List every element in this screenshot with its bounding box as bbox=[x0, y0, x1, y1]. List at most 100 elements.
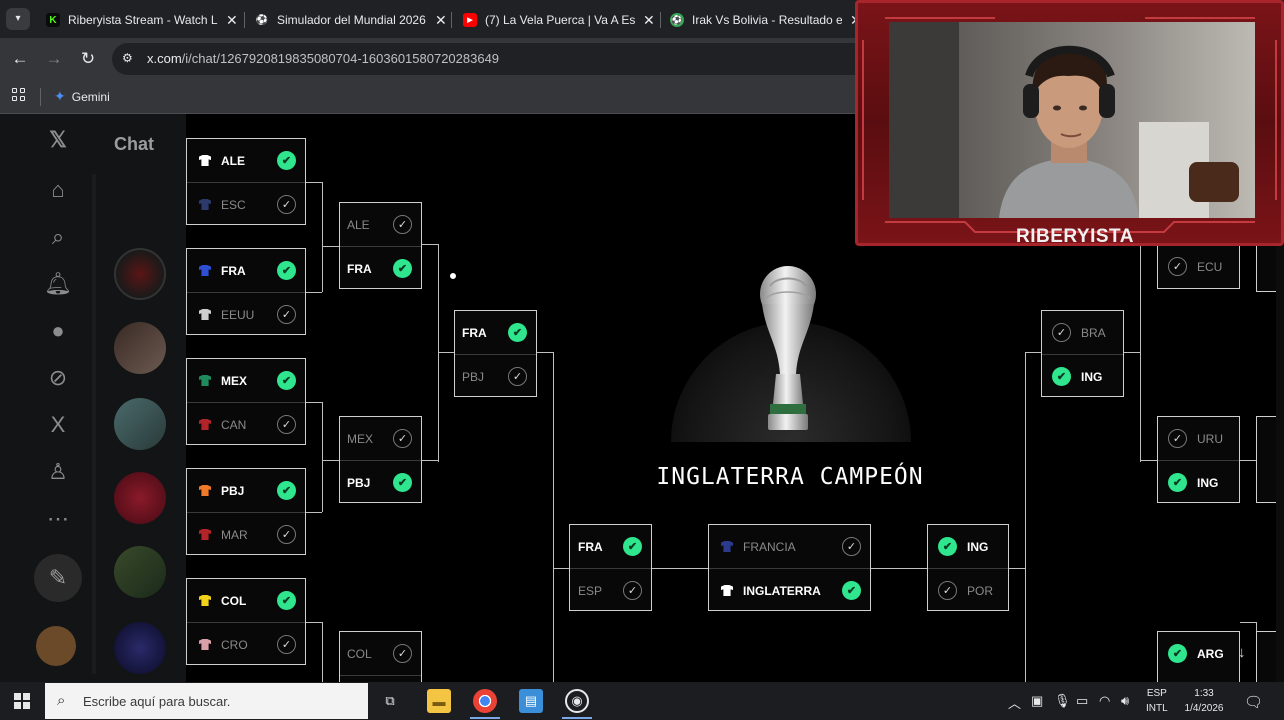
reload-icon[interactable]: ↻ bbox=[77, 48, 99, 70]
input-language[interactable]: ESP INTL bbox=[1146, 686, 1168, 716]
tab-search-button[interactable]: ▾ bbox=[6, 8, 30, 30]
team-slot[interactable]: FRA ✔ bbox=[570, 525, 651, 568]
team-slot[interactable]: ✔ ING bbox=[928, 525, 1008, 568]
match-card[interactable]: ✓ BRA ✔ ING bbox=[1041, 310, 1124, 397]
team-slot[interactable]: PBJ ✔ bbox=[340, 461, 421, 504]
app-window-icon[interactable]: ▤ bbox=[519, 689, 543, 713]
chat-avatar[interactable] bbox=[114, 398, 166, 450]
team-slot[interactable]: ✔ ING bbox=[1158, 461, 1239, 504]
meet-now-icon[interactable]: ▣ bbox=[1031, 693, 1043, 709]
team-slot[interactable]: FRA ✔ bbox=[340, 247, 421, 290]
search-icon[interactable]: ⌕ bbox=[36, 217, 80, 257]
taskbar-search-box[interactable]: ⌕ Escribe aquí para buscar. bbox=[45, 683, 368, 719]
team-slot[interactable]: ESP ✓ bbox=[570, 569, 651, 612]
close-icon[interactable]: ✕ bbox=[226, 12, 238, 29]
arrow-down-icon[interactable]: ↓ bbox=[1238, 644, 1246, 661]
team-slot[interactable]: ✓ ECU bbox=[1158, 245, 1239, 288]
tab-simulador-mundial[interactable]: ⚽ Simulador del Mundial 2026 ✕ bbox=[247, 5, 447, 35]
grok-icon[interactable]: ⊘ bbox=[36, 358, 80, 398]
team-slot[interactable]: COL ✓ bbox=[340, 632, 421, 675]
match-card[interactable]: ✓ URU ✔ ING bbox=[1157, 416, 1240, 503]
team-slot[interactable]: MEX ✓ bbox=[340, 417, 421, 460]
check-circle-icon[interactable]: ✔ bbox=[277, 151, 296, 170]
battery-icon[interactable]: ▭ bbox=[1076, 693, 1088, 709]
profile-icon[interactable]: ♙ bbox=[36, 452, 80, 492]
team-slot[interactable]: FRANCIA ✓ bbox=[709, 525, 870, 568]
check-circle-icon[interactable]: ✔ bbox=[277, 261, 296, 280]
final-match-card[interactable]: FRANCIA ✓ INGLATERRA ✔ bbox=[708, 524, 871, 611]
team-slot[interactable]: COL ✔ bbox=[187, 579, 305, 622]
team-slot[interactable]: ALE ✓ bbox=[340, 203, 421, 246]
check-circle-icon[interactable]: ✓ bbox=[1052, 323, 1071, 342]
microphone-icon[interactable]: 🎙︎ bbox=[1054, 693, 1071, 709]
chevron-up-icon[interactable]: ︿ bbox=[1008, 693, 1021, 712]
check-circle-icon[interactable]: ✔ bbox=[277, 591, 296, 610]
team-slot[interactable]: ✓ BRA bbox=[1042, 311, 1123, 354]
check-circle-icon[interactable]: ✓ bbox=[277, 195, 296, 214]
check-circle-icon[interactable]: ✓ bbox=[277, 305, 296, 324]
account-avatar[interactable] bbox=[36, 626, 76, 666]
team-slot[interactable]: ESC ✓ bbox=[187, 183, 305, 226]
match-card[interactable]: ✔ ARG bbox=[1157, 631, 1240, 682]
file-explorer-icon[interactable]: ▬ bbox=[427, 689, 451, 713]
more-icon[interactable]: ⋯ bbox=[36, 499, 80, 539]
close-icon[interactable]: ✕ bbox=[643, 12, 655, 29]
chat-avatar[interactable] bbox=[114, 248, 166, 300]
check-circle-icon[interactable]: ✓ bbox=[1168, 257, 1187, 276]
compose-icon[interactable]: ✎ bbox=[34, 554, 82, 602]
tab-riberyista-stream[interactable]: K Riberyista Stream - Watch Li ✕ bbox=[38, 5, 238, 35]
chrome-icon[interactable] bbox=[473, 689, 497, 713]
check-circle-icon[interactable]: ✓ bbox=[938, 581, 957, 600]
x-premium-icon[interactable]: X bbox=[36, 405, 80, 445]
bookmark-gemini[interactable]: ✦ Gemini bbox=[54, 88, 110, 105]
tab-irak-bolivia[interactable]: ⚽ Irak Vs Bolivia - Resultado e ✕ bbox=[662, 5, 862, 35]
apps-grid-icon[interactable] bbox=[12, 88, 26, 102]
check-circle-icon[interactable]: ✔ bbox=[277, 481, 296, 500]
match-card[interactable]: ALE ✔ ESC ✓ bbox=[186, 138, 306, 225]
check-circle-icon[interactable]: ✓ bbox=[393, 429, 412, 448]
check-circle-icon[interactable]: ✔ bbox=[938, 537, 957, 556]
x-logo-icon[interactable]: 𝕏 bbox=[36, 120, 80, 160]
check-circle-icon[interactable]: ✓ bbox=[393, 215, 412, 234]
check-circle-icon[interactable]: ✔ bbox=[623, 537, 642, 556]
obs-icon[interactable]: ◉ bbox=[565, 689, 589, 713]
check-circle-icon[interactable]: ✔ bbox=[1168, 473, 1187, 492]
check-circle-icon[interactable]: ✔ bbox=[393, 259, 412, 278]
check-circle-icon[interactable]: ✓ bbox=[623, 581, 642, 600]
team-slot[interactable]: INGLATERRA ✔ bbox=[709, 569, 870, 612]
close-icon[interactable]: ✕ bbox=[435, 12, 447, 29]
check-circle-icon[interactable]: ✓ bbox=[842, 537, 861, 556]
team-slot[interactable]: CRO ✓ bbox=[187, 623, 305, 666]
match-card[interactable]: COL ✔ CRO ✓ bbox=[186, 578, 306, 665]
check-circle-icon[interactable]: ✔ bbox=[1052, 367, 1071, 386]
team-slot[interactable]: MEX ✔ bbox=[187, 359, 305, 402]
team-slot[interactable]: PBJ ✓ bbox=[455, 355, 536, 398]
clock[interactable]: 1:33 1/4/2026 bbox=[1180, 686, 1228, 716]
speaker-icon[interactable]: 🔊︎ bbox=[1121, 693, 1129, 709]
check-circle-icon[interactable]: ✓ bbox=[393, 644, 412, 663]
team-slot[interactable]: ✓ URU bbox=[1158, 417, 1239, 460]
check-circle-icon[interactable]: ✔ bbox=[277, 371, 296, 390]
match-card[interactable]: PBJ ✔ MAR ✓ bbox=[186, 468, 306, 555]
match-card[interactable]: ✔ ING ✓ POR bbox=[927, 524, 1009, 611]
address-bar[interactable]: ⚙ x.com/i/chat/1267920819835080704-16036… bbox=[112, 43, 872, 75]
check-circle-icon[interactable]: ✔ bbox=[393, 473, 412, 492]
match-card[interactable]: ✓ ECU bbox=[1157, 244, 1240, 289]
check-circle-icon[interactable]: ✔ bbox=[1168, 644, 1187, 663]
forward-arrow-icon[interactable]: → bbox=[43, 48, 65, 70]
tab-la-vela-puerca[interactable]: ▶ (7) La Vela Puerca | Va A Esc ✕ bbox=[455, 5, 655, 35]
team-slot[interactable]: ALE ✔ bbox=[187, 139, 305, 182]
team-slot[interactable]: EEUU ✓ bbox=[187, 293, 305, 336]
team-slot[interactable]: FRA ✔ bbox=[187, 249, 305, 292]
check-circle-icon[interactable]: ✔ bbox=[508, 323, 527, 342]
home-icon[interactable]: ⌂ bbox=[36, 170, 80, 210]
chat-avatar[interactable] bbox=[114, 546, 166, 598]
match-card[interactable]: FRA ✔ PBJ ✓ bbox=[454, 310, 537, 397]
match-card[interactable]: FRA ✔ EEUU ✓ bbox=[186, 248, 306, 335]
check-circle-icon[interactable]: ✓ bbox=[1168, 429, 1187, 448]
notifications-icon[interactable]: 🗨︎ bbox=[1244, 693, 1263, 711]
chat-icon[interactable]: ● bbox=[36, 311, 80, 351]
team-slot[interactable]: ✔ ARG bbox=[1158, 632, 1239, 675]
back-arrow-icon[interactable]: ← bbox=[9, 48, 31, 70]
scrollbar[interactable] bbox=[92, 174, 96, 674]
